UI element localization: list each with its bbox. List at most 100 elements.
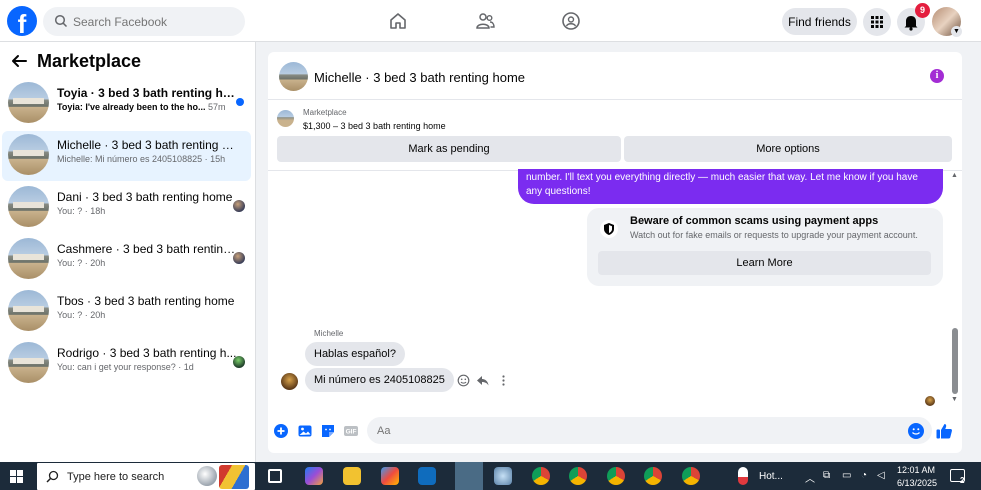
- conversation-preview: You: ? · 20h: [57, 258, 106, 268]
- chat-title[interactable]: Michelle · 3 bed 3 bath renting home: [314, 70, 525, 85]
- search-input[interactable]: [73, 7, 238, 36]
- clock-time[interactable]: 12:01 AM: [897, 465, 935, 475]
- conversation-item[interactable]: Dani · 3 bed 3 bath renting home You: ? …: [2, 183, 251, 233]
- conversation-title: Toyia · 3 bed 3 bath renting home: [57, 86, 237, 100]
- listing-source: Marketplace: [303, 108, 347, 117]
- plus-circle-icon[interactable]: [273, 423, 289, 439]
- conversation-time: 20h: [90, 258, 106, 268]
- react-emoji-icon[interactable]: [457, 374, 470, 387]
- conversation-title: Michelle · 3 bed 3 bath renting ho...: [57, 138, 237, 152]
- conversation-item[interactable]: Tbos · 3 bed 3 bath renting home You: ? …: [2, 287, 251, 337]
- conversation-time: 15h: [210, 154, 226, 164]
- volume-icon[interactable]: ◁: [877, 470, 885, 481]
- incoming-message[interactable]: Mi número es 2405108825: [305, 368, 454, 392]
- sidebar-title: Marketplace: [37, 51, 142, 71]
- conversation-time: 57m: [208, 102, 226, 112]
- outgoing-message: number. I'll text you everything directl…: [518, 169, 943, 204]
- chrome-icon[interactable]: [607, 467, 625, 485]
- conversation-preview: You: ? · 20h: [57, 310, 106, 320]
- chrome-icon[interactable]: [569, 467, 587, 485]
- chevron-down-icon[interactable]: ▼: [951, 26, 962, 37]
- search-box[interactable]: [43, 7, 245, 36]
- conversation-preview: Michelle: Mi número es 2405108825 · 15h: [57, 154, 226, 164]
- medal-icon[interactable]: [219, 465, 249, 489]
- store-icon[interactable]: [381, 467, 399, 485]
- weather-text[interactable]: Hot...: [759, 471, 783, 482]
- chrome-icon[interactable]: [532, 467, 550, 485]
- chat-scrollbar[interactable]: ▲ ▼: [949, 170, 962, 408]
- listing-thumbnail: [8, 342, 49, 383]
- conversation-preview: Toyia: I've already been to the ho... 57…: [57, 102, 226, 112]
- sender-avatar[interactable]: [281, 373, 298, 390]
- svg-text:GIF: GIF: [346, 429, 357, 436]
- listing-thumbnail: [8, 238, 49, 279]
- file-explorer-icon[interactable]: [343, 467, 361, 485]
- scroll-down-icon[interactable]: ▼: [951, 396, 958, 403]
- friends-icon[interactable]: [475, 11, 495, 31]
- thumbs-up-icon[interactable]: [935, 422, 953, 440]
- search-highlight-icon[interactable]: [197, 466, 217, 486]
- thermometer-icon[interactable]: [738, 467, 748, 485]
- message-composer: GIF: [268, 412, 962, 453]
- chrome-icon[interactable]: [644, 467, 662, 485]
- reply-icon[interactable]: [476, 374, 489, 387]
- mark-pending-button[interactable]: Mark as pending: [277, 136, 621, 162]
- top-bar: f Find friends 9 ▼: [0, 0, 981, 42]
- info-icon[interactable]: i: [930, 69, 944, 83]
- conversation-item-active[interactable]: Michelle · 3 bed 3 bath renting ho... Mi…: [2, 131, 251, 181]
- sender-name: Michelle: [314, 329, 344, 338]
- grid-menu-icon: [871, 16, 883, 28]
- listing-thumbnail-small[interactable]: [277, 110, 294, 127]
- incoming-message[interactable]: Hablas español?: [305, 342, 405, 366]
- search-icon: [46, 470, 59, 483]
- emoji-icon[interactable]: [908, 423, 924, 439]
- facebook-logo[interactable]: f: [7, 6, 37, 36]
- conversation-title: Rodrigo · 3 bed 3 bath renting h...: [57, 346, 237, 360]
- conversation-item[interactable]: Cashmere · 3 bed 3 bath renting... You: …: [2, 235, 251, 285]
- chat-header: Michelle · 3 bed 3 bath renting home i: [268, 52, 962, 100]
- photo-icon[interactable]: [297, 423, 313, 439]
- gif-icon[interactable]: GIF: [343, 423, 359, 439]
- conversation-time: 20h: [90, 310, 106, 320]
- conversation-title: Tbos · 3 bed 3 bath renting home: [57, 294, 235, 308]
- wifi-icon[interactable]: ◔: [861, 470, 867, 481]
- scroll-thumb[interactable]: [952, 328, 958, 394]
- task-view-icon[interactable]: [268, 469, 282, 483]
- menu-button[interactable]: [863, 8, 891, 36]
- outlook-icon[interactable]: [418, 467, 436, 485]
- conversation-item[interactable]: Toyia · 3 bed 3 bath renting home Toyia:…: [2, 79, 251, 129]
- conversation-title: Cashmere · 3 bed 3 bath renting...: [57, 242, 237, 256]
- listing-thumbnail: [8, 134, 49, 175]
- copilot-icon[interactable]: [305, 467, 323, 485]
- find-friends-button[interactable]: Find friends: [782, 8, 857, 35]
- more-options-button[interactable]: More options: [624, 136, 952, 162]
- meet-now-icon[interactable]: ⧉: [823, 470, 830, 481]
- scroll-up-icon[interactable]: ▲: [951, 172, 958, 179]
- taskbar-search[interactable]: Type here to search: [37, 463, 255, 490]
- conversation-item[interactable]: Rodrigo · 3 bed 3 bath renting h... You:…: [2, 339, 251, 389]
- sticker-icon[interactable]: [320, 423, 336, 439]
- listing-summary[interactable]: $1,300 – 3 bed 3 bath renting home: [303, 121, 446, 131]
- windows-start-icon[interactable]: [10, 470, 23, 483]
- notification-badge: 9: [915, 3, 930, 18]
- message-input[interactable]: [367, 417, 932, 444]
- more-dots-icon[interactable]: [497, 374, 510, 387]
- listing-thumbnail[interactable]: [279, 62, 308, 91]
- groups-icon[interactable]: [561, 11, 581, 31]
- app-icon[interactable]: [494, 467, 512, 485]
- read-receipt-avatar: [233, 252, 245, 264]
- conversation-preview: You: can i get your response? · 1d: [57, 362, 194, 372]
- listing-thumbnail: [8, 82, 49, 123]
- chevron-up-icon[interactable]: ︿: [805, 470, 815, 485]
- back-arrow-icon[interactable]: [10, 52, 28, 70]
- chrome-icon[interactable]: [682, 467, 700, 485]
- active-app-icon[interactable]: [455, 462, 483, 490]
- clock-date[interactable]: 6/13/2025: [897, 478, 937, 488]
- learn-more-button[interactable]: Learn More: [598, 251, 931, 275]
- battery-icon[interactable]: ▭: [842, 470, 851, 481]
- notification-center-count: 2: [960, 476, 965, 485]
- conversation-time: 1d: [183, 362, 194, 372]
- chat-panel: Michelle · 3 bed 3 bath renting home i M…: [268, 52, 962, 453]
- listing-thumbnail: [8, 186, 49, 227]
- home-icon[interactable]: [388, 11, 408, 31]
